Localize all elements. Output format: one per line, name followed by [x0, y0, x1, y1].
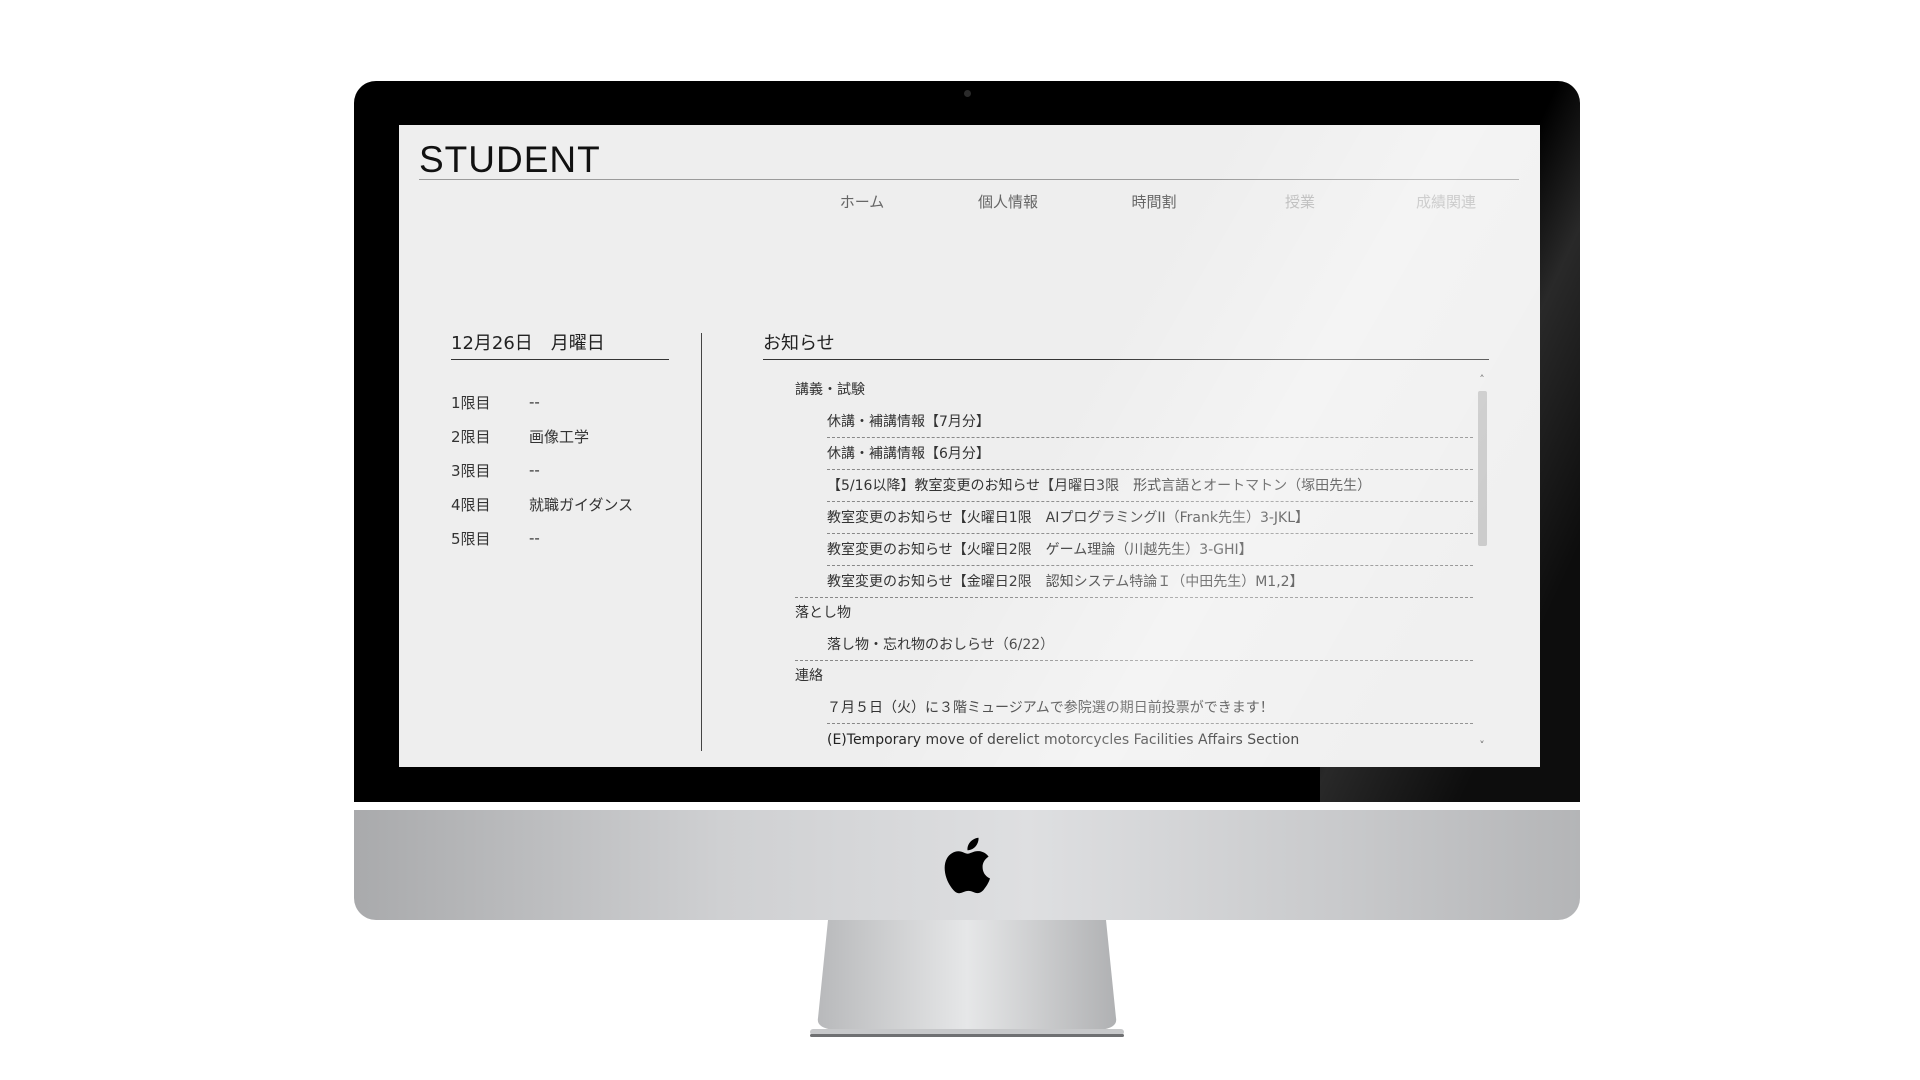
period-row: 3限目 -- — [451, 453, 681, 487]
notice-link[interactable]: 休講・補講情報【7月分】 — [827, 406, 1473, 438]
nav-item-grades[interactable]: 成績関連 — [1373, 191, 1519, 212]
notice-link[interactable]: 教室変更のお知らせ【火曜日1限 AIプログラミングII（Frank先生）3-JK… — [827, 502, 1473, 534]
notice-link[interactable]: 教室変更のお知らせ【金曜日2限 認知システム特論Ｉ（中田先生）M1,2】 — [795, 566, 1473, 598]
scroll-thumb[interactable] — [1478, 391, 1487, 546]
apple-logo-icon — [944, 837, 990, 894]
notice-link[interactable]: 教室変更のお知らせ【火曜日2限 ゲーム理論（川越先生）3-GHI】 — [827, 534, 1473, 566]
camera-icon — [964, 90, 971, 97]
site-title: STUDENT — [419, 139, 601, 180]
notice-category: 連絡 — [795, 668, 823, 684]
notices-heading: お知らせ — [763, 329, 1489, 360]
period-label: 5限目 — [451, 529, 491, 548]
notice-link[interactable]: (E)Temporary move of derelict motorcycle… — [827, 724, 1473, 755]
screen: STUDENT ホーム 個人情報 時間割 授業 成績関連 12月26日 月曜日 … — [399, 125, 1540, 767]
period-subject: -- — [529, 393, 540, 411]
period-label: 2限目 — [451, 427, 491, 446]
scroll-up-icon[interactable]: ˄ — [1474, 373, 1490, 387]
notice-link[interactable]: 【5/16以降】教室変更のお知らせ【月曜日3限 形式言語とオートマトン（塚田先生… — [827, 470, 1473, 502]
monitor-stand — [810, 920, 1124, 1037]
panel-divider — [701, 333, 702, 751]
main-nav: ホーム 個人情報 時間割 授業 成績関連 — [789, 191, 1519, 212]
period-row: 4限目 就職ガイダンス — [451, 487, 681, 521]
nav-item-home[interactable]: ホーム — [789, 191, 935, 212]
notices-list[interactable]: 講義・試験 休講・補講情報【7月分】 休講・補講情報【6月分】 【5/16以降】… — [795, 375, 1473, 755]
notice-link[interactable]: 休講・補講情報【6月分】 — [827, 438, 1473, 470]
period-label: 1限目 — [451, 393, 491, 412]
notices-scrollbar[interactable]: ˄ ˅ — [1474, 373, 1490, 753]
period-row: 1限目 -- — [451, 385, 681, 419]
period-subject: 画像工学 — [529, 427, 590, 446]
period-label: 3限目 — [451, 461, 491, 480]
period-row: 2限目 画像工学 — [451, 419, 681, 453]
period-subject: -- — [529, 529, 540, 547]
notice-link[interactable]: 落し物・忘れ物のおしらせ（6/22） — [795, 629, 1473, 661]
nav-item-classes[interactable]: 授業 — [1227, 191, 1373, 212]
schedule-list: 1限目 -- 2限目 画像工学 3限目 -- 4限目 就職ガイダンス 5限目 -… — [451, 385, 681, 555]
nav-item-personal-info[interactable]: 個人情報 — [935, 191, 1081, 212]
period-subject: -- — [529, 461, 540, 479]
notice-link[interactable]: ７月５日（火）に３階ミュージアムで参院選の期日前投票ができます！ — [827, 692, 1473, 724]
nav-item-timetable[interactable]: 時間割 — [1081, 191, 1227, 212]
title-divider — [419, 179, 1519, 180]
date-heading: 12月26日 月曜日 — [451, 329, 669, 360]
notice-category: 落とし物 — [795, 605, 851, 621]
scroll-down-icon[interactable]: ˅ — [1474, 739, 1490, 753]
period-label: 4限目 — [451, 495, 491, 514]
period-subject: 就職ガイダンス — [529, 495, 634, 514]
notice-category: 講義・試験 — [795, 382, 865, 398]
period-row: 5限目 -- — [451, 521, 681, 555]
